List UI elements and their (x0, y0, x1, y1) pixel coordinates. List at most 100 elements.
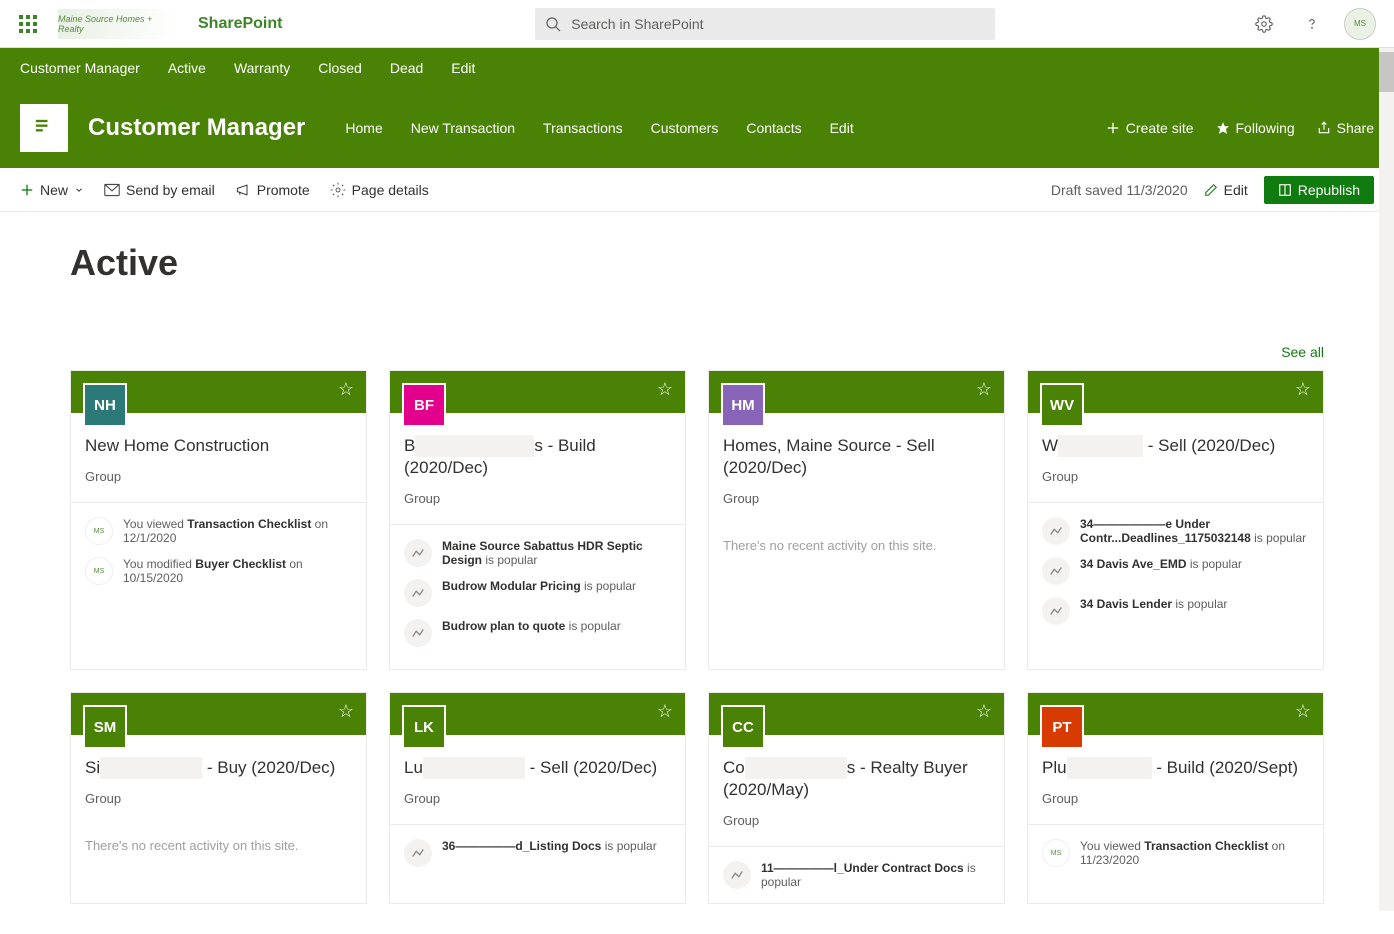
plus-icon (20, 183, 34, 197)
follow-star-icon[interactable]: ☆ (657, 379, 673, 400)
site-title[interactable]: Customer Manager (88, 114, 305, 142)
help-icon[interactable] (1296, 8, 1328, 40)
redacted-text: —————— (100, 757, 202, 779)
see-all-link[interactable]: See all (1281, 344, 1324, 360)
page-title: Active (70, 242, 1324, 284)
site-card[interactable]: HM ☆ Homes, Maine Source - Sell (2020/De… (708, 370, 1005, 670)
card-activity: MS You viewed Transaction Checklist on 12… (71, 502, 366, 599)
trending-icon (404, 579, 432, 607)
activity-text: Maine Source Sabattus HDR Septic Design … (442, 539, 671, 567)
card-header: HM ☆ (709, 371, 1004, 413)
card-header: NH ☆ (71, 371, 366, 413)
follow-star-icon[interactable]: ☆ (976, 379, 992, 400)
follow-star-icon[interactable]: ☆ (338, 379, 354, 400)
follow-star-icon[interactable]: ☆ (657, 701, 673, 722)
follow-star-icon[interactable]: ☆ (1295, 701, 1311, 722)
site-card[interactable]: SM ☆ Si—————— - Buy (2020/Dec) Group The… (70, 692, 367, 904)
site-card[interactable]: CC ☆ Co——————s - Realty Buyer (2020/May)… (708, 692, 1005, 904)
card-title[interactable]: Homes, Maine Source - Sell (2020/Dec) (723, 435, 990, 479)
search-input[interactable]: Search in SharePoint (535, 8, 995, 40)
redacted-text: ——————— (415, 435, 534, 457)
create-site-button[interactable]: Create site (1106, 120, 1194, 136)
app-launcher-icon[interactable] (8, 0, 48, 48)
user-avatar[interactable]: MS (1344, 8, 1376, 40)
card-badge: NH (83, 383, 127, 427)
activity-row[interactable]: 34 Davis Lender is popular (1042, 591, 1309, 631)
activity-text: 11—————l_Under Contract Docs is popular (761, 861, 990, 889)
megaphone-icon (235, 183, 251, 197)
no-activity-text: There's no recent activity on this site. (709, 524, 1004, 567)
share-button[interactable]: Share (1317, 120, 1374, 136)
edit-button[interactable]: Edit (1204, 182, 1248, 198)
activity-row[interactable]: Budrow plan to quote is popular (404, 613, 671, 653)
card-activity: 11—————l_Under Contract Docs is popular (709, 846, 1004, 903)
new-button[interactable]: New (20, 182, 84, 198)
card-subtitle: Group (85, 469, 352, 484)
site-card[interactable]: LK ☆ Lu—————— - Sell (2020/Dec) Group 36… (389, 692, 686, 904)
activity-row[interactable]: 34 Davis Ave_EMD is popular (1042, 551, 1309, 591)
site-card[interactable]: BF ☆ B———————s - Build (2020/Dec) Group … (389, 370, 686, 670)
page-content: Active See all NH ☆ New Home Constructio… (0, 212, 1394, 934)
site-card[interactable]: PT ☆ Plu————— - Build (2020/Sept) Group … (1027, 692, 1324, 904)
card-title[interactable]: Lu—————— - Sell (2020/Dec) (404, 757, 671, 779)
site-nav-item[interactable]: New Transaction (411, 120, 515, 136)
card-title[interactable]: Plu————— - Build (2020/Sept) (1042, 757, 1309, 779)
card-title[interactable]: B———————s - Build (2020/Dec) (404, 435, 671, 479)
activity-row[interactable]: Maine Source Sabattus HDR Septic Design … (404, 533, 671, 573)
activity-row[interactable]: MSYou modified Buyer Checklist on 10/15/… (85, 551, 352, 591)
site-card[interactable]: NH ☆ New Home Construction Group MS You v… (70, 370, 367, 670)
tenant-mini-logo-icon: MS (85, 517, 113, 545)
redacted-text: ————— (1067, 757, 1152, 779)
card-title[interactable]: W————— - Sell (2020/Dec) (1042, 435, 1309, 457)
hub-nav-item[interactable]: Edit (451, 60, 475, 76)
follow-star-icon[interactable]: ☆ (338, 701, 354, 722)
following-button[interactable]: Following (1216, 120, 1295, 136)
send-email-button[interactable]: Send by email (104, 182, 215, 198)
card-header: CC ☆ (709, 693, 1004, 735)
site-nav-item[interactable]: Transactions (543, 120, 623, 136)
card-title[interactable]: New Home Construction (85, 435, 352, 457)
tenant-logo[interactable]: Maine Source Homes + Realty (58, 9, 178, 39)
redacted-text: ————— (1058, 435, 1143, 457)
hub-nav-item[interactable]: Closed (318, 60, 362, 76)
site-nav: Home New Transaction Transactions Custom… (345, 120, 853, 136)
hub-nav-item[interactable]: Active (168, 60, 206, 76)
card-subtitle: Group (1042, 469, 1309, 484)
activity-text: You viewed Transaction Checklist on 12/1… (123, 517, 352, 545)
site-nav-item[interactable]: Edit (830, 120, 854, 136)
suite-bar: Maine Source Homes + Realty SharePoint S… (0, 0, 1394, 48)
card-title[interactable]: Co——————s - Realty Buyer (2020/May) (723, 757, 990, 801)
trending-icon (404, 539, 432, 567)
activity-row[interactable]: MSYou viewed Transaction Checklist on 11… (1042, 833, 1309, 873)
scrollbar[interactable] (1379, 48, 1394, 911)
hub-nav-item[interactable]: Warranty (234, 60, 290, 76)
hub-nav-item[interactable]: Dead (390, 60, 423, 76)
trending-icon (1042, 597, 1070, 625)
star-icon (1216, 121, 1230, 135)
settings-icon[interactable] (1248, 8, 1280, 40)
site-card[interactable]: WV ☆ W————— - Sell (2020/Dec) Group 34——… (1027, 370, 1324, 670)
chevron-down-icon (74, 185, 84, 195)
site-logo-icon[interactable] (20, 104, 68, 152)
mail-icon (104, 183, 120, 197)
trending-icon (404, 839, 432, 867)
card-title[interactable]: Si—————— - Buy (2020/Dec) (85, 757, 352, 779)
republish-button[interactable]: Republish (1264, 176, 1374, 204)
card-activity: MSYou viewed Transaction Checklist on 11… (1028, 824, 1323, 881)
app-name[interactable]: SharePoint (198, 15, 282, 33)
site-nav-item[interactable]: Customers (651, 120, 719, 136)
trending-icon (1042, 517, 1070, 545)
card-badge: HM (721, 383, 765, 427)
activity-row[interactable]: Budrow Modular Pricing is popular (404, 573, 671, 613)
promote-button[interactable]: Promote (235, 182, 310, 198)
page-details-button[interactable]: Page details (330, 182, 429, 198)
activity-row[interactable]: 11—————l_Under Contract Docs is popular (723, 855, 990, 895)
activity-row[interactable]: 36—————d_Listing Docs is popular (404, 833, 671, 873)
activity-row[interactable]: MS You viewed Transaction Checklist on 12… (85, 511, 352, 551)
site-nav-item[interactable]: Contacts (746, 120, 801, 136)
follow-star-icon[interactable]: ☆ (976, 701, 992, 722)
site-nav-item[interactable]: Home (345, 120, 382, 136)
hub-nav-item[interactable]: Customer Manager (20, 60, 140, 76)
activity-row[interactable]: 34——————e Under Contr...Deadlines_117503… (1042, 511, 1309, 551)
follow-star-icon[interactable]: ☆ (1295, 379, 1311, 400)
